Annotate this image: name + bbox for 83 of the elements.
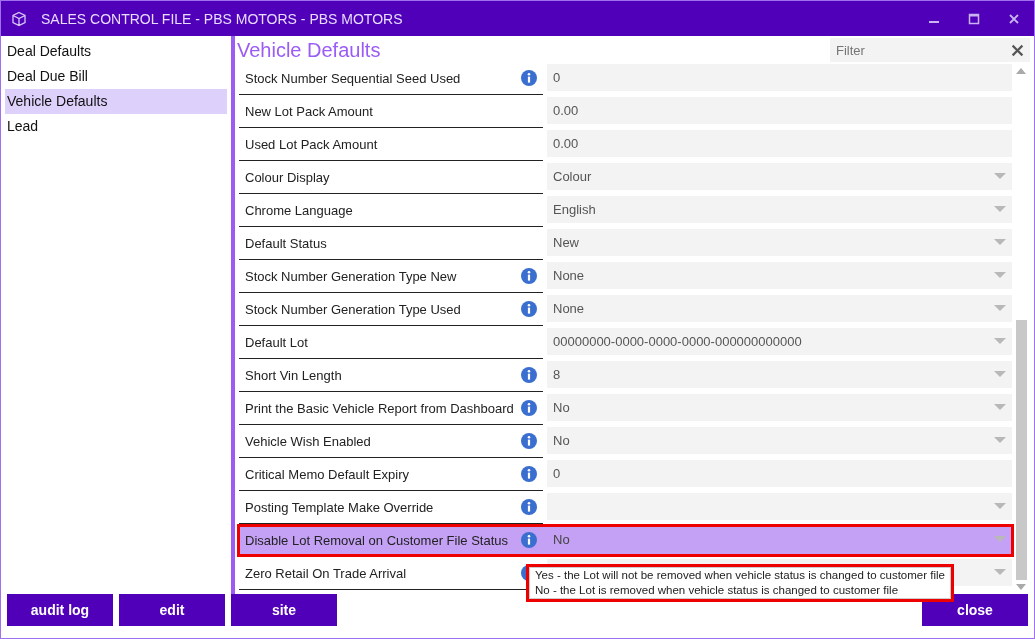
filter-field[interactable]: Filter — [830, 38, 1030, 62]
info-icon[interactable] — [521, 499, 537, 515]
setting-label: Default Lot — [245, 333, 309, 351]
setting-label: Disable Lot Removal on Customer File Status — [245, 531, 509, 549]
setting-label: Stock Number Generation Type Used — [245, 300, 462, 318]
caret-icon — [994, 272, 1006, 279]
dropdown-field[interactable]: None — [547, 295, 1012, 322]
setting-label: Print the Basic Vehicle Report from Dashboard — [245, 399, 515, 417]
dropdown-field[interactable]: 8 — [547, 361, 1012, 388]
caret-icon — [994, 173, 1006, 180]
dropdown-field[interactable]: None — [547, 262, 1012, 289]
sidebar-item[interactable]: Deal Due Bill — [5, 64, 227, 89]
sidebar-item[interactable]: Vehicle Defaults — [5, 89, 227, 114]
close-button[interactable]: close — [922, 594, 1028, 626]
setting-row[interactable]: Critical Memo Default Expiry 0 — [237, 458, 1014, 491]
caret-icon — [994, 371, 1006, 378]
input-field[interactable]: 0.00 — [547, 130, 1012, 157]
setting-row[interactable]: Stock Number Generation Type New None — [237, 260, 1014, 293]
info-icon[interactable] — [521, 301, 537, 317]
caret-icon — [994, 338, 1006, 345]
input-field[interactable]: 0.00 — [547, 97, 1012, 124]
setting-label: Default Status — [245, 234, 328, 252]
caret-icon — [994, 239, 1006, 246]
setting-row[interactable]: New Lot Pack Amount 0.00 — [237, 95, 1014, 128]
info-icon[interactable] — [521, 433, 537, 449]
setting-label: Chrome Language — [245, 201, 354, 219]
setting-label: New Lot Pack Amount — [245, 102, 374, 120]
setting-label: Zero Retail On Trade Arrival — [245, 564, 408, 582]
caret-icon — [994, 536, 1006, 543]
setting-label: Colour Display — [245, 168, 331, 186]
info-icon[interactable] — [521, 466, 537, 482]
maximize-icon[interactable] — [968, 12, 980, 25]
caret-icon — [994, 305, 1006, 312]
dropdown-field[interactable]: No — [547, 427, 1012, 454]
dropdown-field[interactable]: Colour — [547, 163, 1012, 190]
info-icon[interactable] — [521, 400, 537, 416]
setting-row[interactable]: Colour Display Colour — [237, 161, 1014, 194]
action-button[interactable]: edit — [119, 594, 225, 626]
caret-icon — [994, 437, 1006, 444]
setting-label: Critical Memo Default Expiry — [245, 465, 410, 483]
setting-row[interactable]: Used Lot Pack Amount 0.00 — [237, 128, 1014, 161]
setting-label: Stock Number Generation Type New — [245, 267, 458, 285]
setting-row[interactable]: Default Lot 00000000-0000-0000-0000-000000000000 — [237, 326, 1014, 359]
window-title: SALES CONTROL FILE - PBS MOTORS - PBS MOTORS — [41, 10, 404, 27]
setting-label: Stock Number Sequential Seed Used — [245, 69, 462, 87]
info-icon[interactable] — [521, 70, 537, 86]
input-field[interactable]: 0 — [547, 64, 1012, 91]
setting-label: Used Lot Pack Amount — [245, 135, 379, 153]
setting-label: Vehicle Wish Enabled — [245, 432, 372, 450]
setting-row[interactable]: Print the Basic Vehicle Report from Dashboard No — [237, 392, 1014, 425]
caret-icon — [994, 206, 1006, 213]
clear-icon[interactable] — [1011, 44, 1024, 57]
dropdown-field[interactable]: 00000000-0000-0000-0000-000000000000 — [547, 328, 1012, 355]
dropdown-field[interactable]: No — [547, 394, 1012, 421]
info-icon[interactable] — [521, 532, 537, 548]
setting-row[interactable]: Chrome Language English — [237, 194, 1014, 227]
input-field[interactable]: 0 — [547, 460, 1012, 487]
info-icon[interactable] — [521, 367, 537, 383]
dropdown-field[interactable]: New — [547, 229, 1012, 256]
setting-label: Short Vin Length — [245, 366, 343, 384]
tooltip-text: Yes - the Lot will not be removed when vehicle status is changed to customer file — [535, 568, 945, 583]
sidebar-item[interactable]: Deal Defaults — [5, 39, 227, 64]
dropdown-field[interactable]: English — [547, 196, 1012, 223]
selected-row[interactable]: Disable Lot Removal on Customer File Status No — [237, 524, 1014, 557]
section-heading: Vehicle Defaults — [237, 38, 381, 63]
scrollbar-thumb[interactable] — [1015, 320, 1027, 580]
sidebar-item[interactable]: Lead — [5, 114, 227, 139]
setting-row[interactable]: Short Vin Length 8 — [237, 359, 1014, 392]
setting-row[interactable]: Stock Number Sequential Seed Used 0 — [237, 62, 1014, 95]
setting-label: Posting Template Make Override — [245, 498, 435, 516]
dropdown-field[interactable] — [547, 493, 1012, 520]
caret-icon — [994, 569, 1006, 576]
setting-row[interactable]: Stock Number Generation Type Used None — [237, 293, 1014, 326]
caret-icon — [994, 404, 1006, 411]
setting-row[interactable]: Vehicle Wish Enabled No — [237, 425, 1014, 458]
setting-row[interactable]: Default Status New — [237, 227, 1014, 260]
cube-icon — [11, 10, 27, 27]
caret-icon — [994, 503, 1006, 510]
action-button[interactable]: site — [231, 594, 337, 626]
info-icon[interactable] — [521, 268, 537, 284]
setting-row[interactable]: Posting Template Make Override — [237, 491, 1014, 524]
close-icon[interactable] — [1008, 12, 1020, 25]
action-button[interactable]: audit log — [7, 594, 113, 626]
